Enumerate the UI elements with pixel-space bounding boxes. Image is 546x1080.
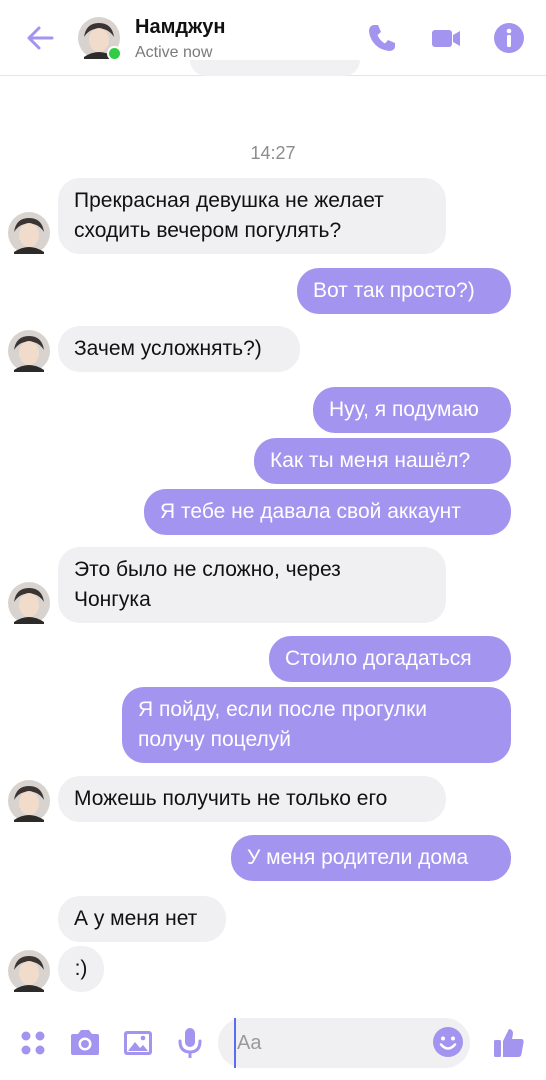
previous-message-bubble	[190, 60, 360, 76]
incoming-message[interactable]: Зачем усложнять?)	[58, 326, 300, 372]
outgoing-message[interactable]: Вот так просто?)	[297, 268, 511, 314]
outgoing-message[interactable]: Я тебе не давала свой аккаунт	[144, 489, 511, 535]
message-input-placeholder: Aa	[234, 1018, 261, 1068]
emoji-icon[interactable]	[432, 1026, 464, 1058]
contact-avatar[interactable]	[8, 950, 50, 992]
thumbs-up-icon[interactable]	[492, 1026, 526, 1060]
incoming-message[interactable]: Прекрасная девушка не желает сходить веч…	[58, 178, 446, 254]
more-dots-icon[interactable]	[16, 1026, 50, 1060]
microphone-icon[interactable]	[173, 1026, 207, 1060]
outgoing-message[interactable]: Нуу, я подумаю	[313, 387, 511, 433]
video-camera-icon[interactable]	[430, 22, 462, 54]
outgoing-message[interactable]: Как ты меня нашёл?	[254, 438, 511, 484]
outgoing-message[interactable]: Стоило догадаться	[269, 636, 511, 682]
contact-avatar[interactable]	[8, 330, 50, 372]
back-arrow-icon[interactable]	[24, 22, 56, 54]
incoming-message[interactable]: Это было не сложно, через Чонгука	[58, 547, 446, 623]
outgoing-message[interactable]: У меня родители дома	[231, 835, 511, 881]
phone-icon[interactable]	[366, 22, 398, 54]
contact-name[interactable]: Намджун	[135, 16, 225, 39]
contact-avatar[interactable]	[8, 212, 50, 254]
camera-icon[interactable]	[68, 1026, 102, 1060]
contact-avatar[interactable]	[8, 582, 50, 624]
online-status-dot	[107, 46, 122, 61]
incoming-message[interactable]: А у меня нет	[58, 896, 226, 942]
info-icon[interactable]	[493, 22, 525, 54]
incoming-message[interactable]: :)	[58, 946, 104, 992]
incoming-message[interactable]: Можешь получить не только его	[58, 776, 446, 822]
contact-avatar[interactable]	[8, 780, 50, 822]
outgoing-message[interactable]: Я пойду, если после прогулки получу поце…	[122, 687, 511, 763]
image-icon[interactable]	[121, 1026, 155, 1060]
message-timestamp: 14:27	[250, 143, 296, 163]
